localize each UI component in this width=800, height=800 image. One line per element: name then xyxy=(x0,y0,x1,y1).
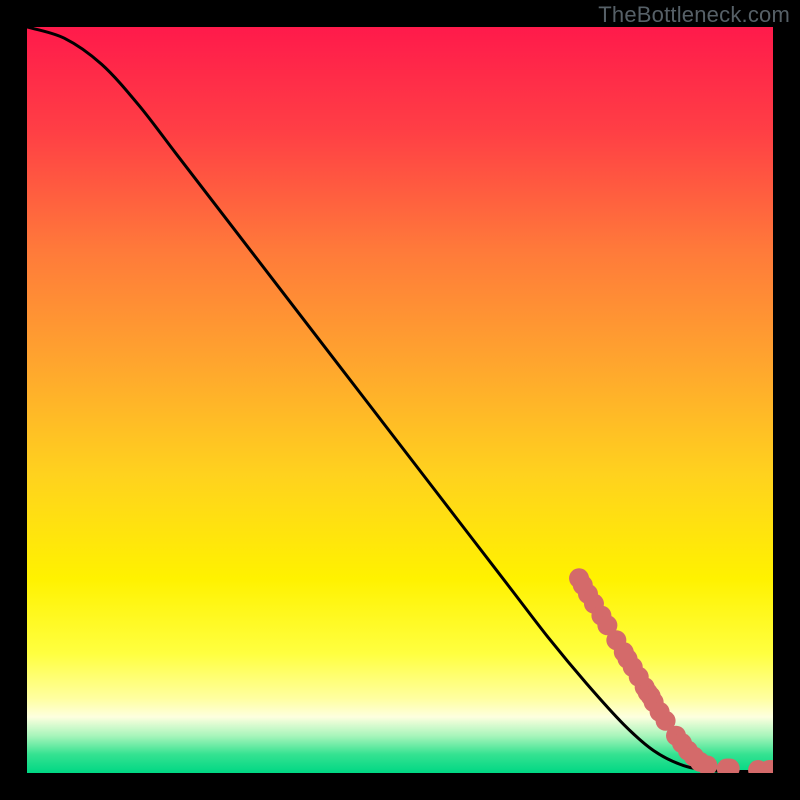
plot-area xyxy=(27,27,773,773)
gradient-rect xyxy=(27,27,773,773)
attribution-label: TheBottleneck.com xyxy=(598,2,790,28)
chart-svg xyxy=(27,27,773,773)
chart-frame: TheBottleneck.com xyxy=(0,0,800,800)
